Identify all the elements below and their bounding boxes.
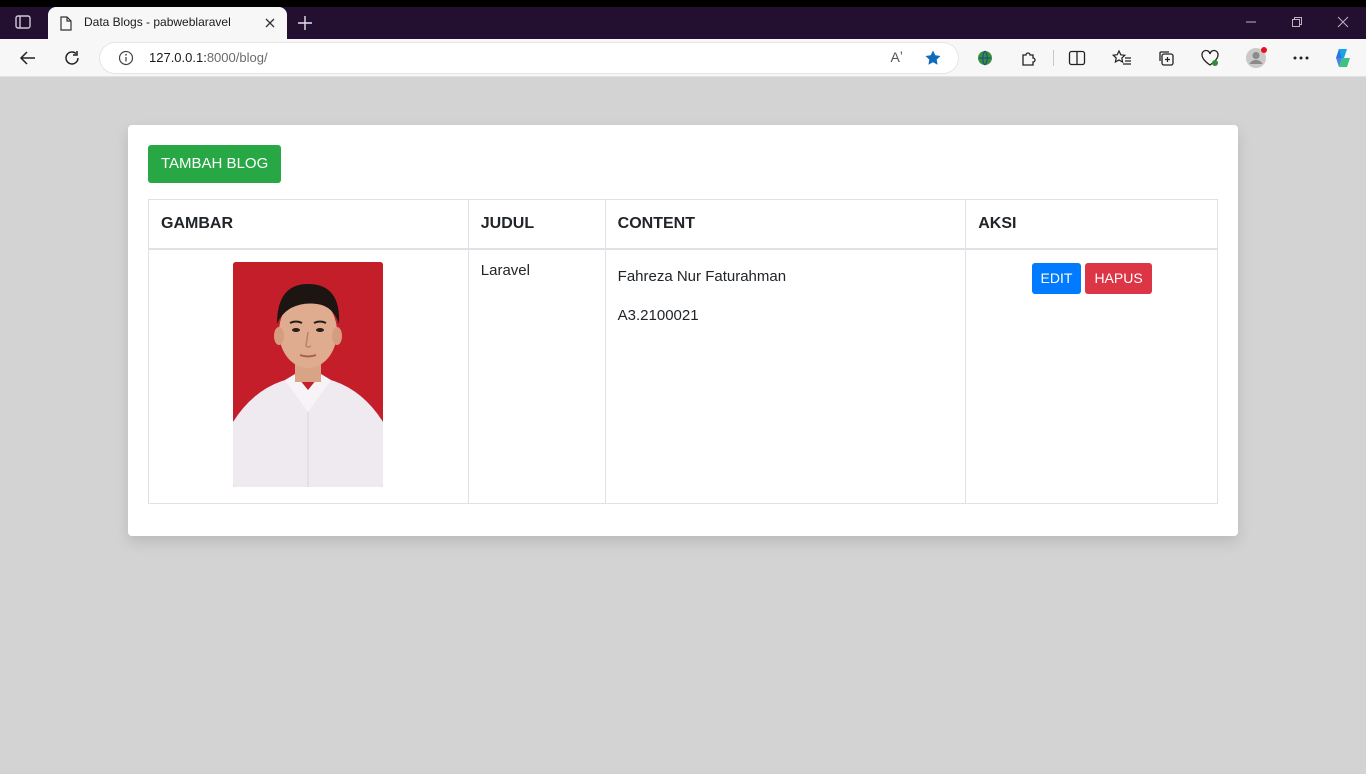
collections-icon[interactable] bbox=[1156, 48, 1176, 68]
add-blog-button[interactable]: TAMBAH BLOG bbox=[148, 145, 282, 183]
toolbar-divider bbox=[1053, 50, 1054, 66]
restore-icon[interactable] bbox=[1289, 14, 1305, 30]
content-line-name: Fahreza Nur Faturahman bbox=[617, 267, 787, 285]
refresh-icon[interactable] bbox=[62, 48, 82, 68]
titlebar-top-edge bbox=[0, 0, 1366, 7]
cell-judul: Laravel bbox=[467, 248, 606, 504]
table-header-row: GAMBAR JUDUL CONTENT AKSI bbox=[148, 199, 1218, 250]
tab-title: Data Blogs - pabweblaravel bbox=[84, 15, 231, 29]
browser-toolbar: 127.0.0.1:8000/blog/ Aʼ bbox=[0, 39, 1366, 77]
workspaces-icon[interactable] bbox=[14, 14, 32, 30]
close-tab-icon[interactable] bbox=[263, 15, 277, 29]
address-bar[interactable]: 127.0.0.1:8000/blog/ Aʼ bbox=[100, 43, 958, 73]
cell-aksi: EDIT HAPUS bbox=[965, 248, 1218, 504]
header-aksi: AKSI bbox=[965, 199, 1218, 250]
page-viewport: TAMBAH BLOG GAMBAR JUDUL CONTENT AKSI La… bbox=[4, 78, 1362, 770]
read-aloud-icon[interactable]: Aʼ bbox=[891, 49, 903, 65]
favorites-list-icon[interactable] bbox=[1112, 48, 1132, 68]
minimize-icon[interactable] bbox=[1243, 14, 1259, 30]
split-screen-icon[interactable] bbox=[1067, 48, 1087, 68]
edit-button[interactable]: EDIT bbox=[1031, 262, 1082, 294]
header-gambar: GAMBAR bbox=[148, 199, 469, 250]
profile-avatar-icon[interactable] bbox=[1244, 47, 1268, 68]
header-content: CONTENT bbox=[604, 199, 967, 250]
url-path: 8000/blog/ bbox=[206, 50, 268, 65]
more-options-icon[interactable] bbox=[1291, 48, 1311, 68]
content-line-id: A3.2100021 bbox=[617, 306, 699, 324]
new-tab-icon[interactable] bbox=[296, 14, 314, 32]
delete-button[interactable]: HAPUS bbox=[1085, 262, 1152, 294]
favorite-star-icon[interactable] bbox=[924, 49, 942, 71]
cell-content: Fahreza Nur Faturahman A3.2100021 bbox=[604, 248, 967, 504]
blog-card: TAMBAH BLOG GAMBAR JUDUL CONTENT AKSI La… bbox=[128, 125, 1238, 536]
page-document-icon bbox=[60, 16, 72, 35]
url-text[interactable]: 127.0.0.1:8000/blog/ bbox=[149, 50, 268, 65]
table-row: Laravel Fahreza Nur Faturahman A3.210002… bbox=[148, 248, 1218, 504]
browser-essentials-icon[interactable] bbox=[1200, 48, 1220, 68]
extension-globe-icon[interactable] bbox=[975, 48, 995, 68]
blog-photo bbox=[233, 261, 384, 487]
cell-gambar bbox=[148, 248, 469, 504]
header-judul: JUDUL bbox=[467, 199, 606, 250]
browser-titlebar: Data Blogs - pabweblaravel bbox=[0, 0, 1366, 39]
back-icon[interactable] bbox=[18, 48, 38, 68]
site-info-icon[interactable] bbox=[118, 50, 134, 70]
url-host: 127.0.0.1: bbox=[149, 50, 207, 65]
copilot-icon[interactable] bbox=[1331, 46, 1355, 70]
blog-table: GAMBAR JUDUL CONTENT AKSI Laravel Fahrez… bbox=[148, 199, 1218, 504]
close-window-icon[interactable] bbox=[1335, 14, 1351, 30]
browser-tab-active[interactable]: Data Blogs - pabweblaravel bbox=[48, 7, 287, 39]
extensions-puzzle-icon[interactable] bbox=[1019, 48, 1039, 68]
